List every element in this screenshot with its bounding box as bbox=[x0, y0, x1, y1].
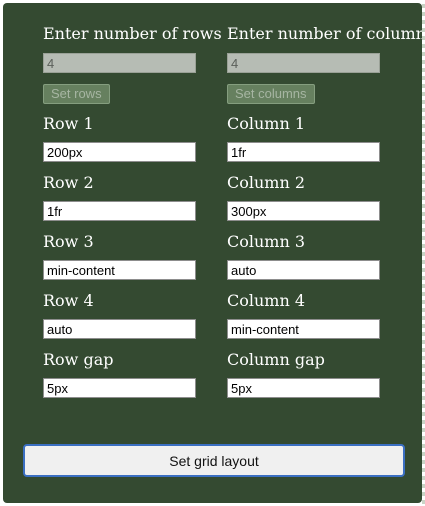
set-rows-button[interactable]: Set rows bbox=[43, 84, 110, 104]
row-gap-input[interactable] bbox=[43, 378, 196, 398]
row-4-input[interactable] bbox=[43, 319, 196, 339]
column-4-input[interactable] bbox=[227, 319, 380, 339]
set-columns-button[interactable]: Set columns bbox=[227, 84, 315, 104]
columns-count-input[interactable] bbox=[227, 53, 380, 73]
column-3-label: Column 3 bbox=[227, 232, 306, 251]
row-2-input[interactable] bbox=[43, 201, 196, 221]
row-gap-label: Row gap bbox=[43, 350, 114, 369]
set-grid-layout-button[interactable]: Set grid layout bbox=[23, 444, 405, 477]
column-1-label: Column 1 bbox=[227, 114, 306, 133]
column-3-input[interactable] bbox=[227, 260, 380, 280]
column-gap-input[interactable] bbox=[227, 378, 380, 398]
columns-count-label: Enter number of columns bbox=[227, 24, 425, 43]
row-1-label: Row 1 bbox=[43, 114, 94, 133]
column-2-label: Column 2 bbox=[227, 173, 306, 192]
row-3-input[interactable] bbox=[43, 260, 196, 280]
rows-count-label: Enter number of rows bbox=[43, 24, 222, 43]
row-4-label: Row 4 bbox=[43, 291, 94, 310]
row-2-label: Row 2 bbox=[43, 173, 94, 192]
column-4-label: Column 4 bbox=[227, 291, 306, 310]
column-gap-label: Column gap bbox=[227, 350, 325, 369]
grid-settings-panel: Enter number of rows Set rows Row 1 Row … bbox=[3, 3, 425, 503]
row-1-input[interactable] bbox=[43, 142, 196, 162]
column-1-input[interactable] bbox=[227, 142, 380, 162]
page: Enter number of rows Set rows Row 1 Row … bbox=[0, 0, 425, 506]
row-3-label: Row 3 bbox=[43, 232, 94, 251]
rows-count-input[interactable] bbox=[43, 53, 196, 73]
column-2-input[interactable] bbox=[227, 201, 380, 221]
